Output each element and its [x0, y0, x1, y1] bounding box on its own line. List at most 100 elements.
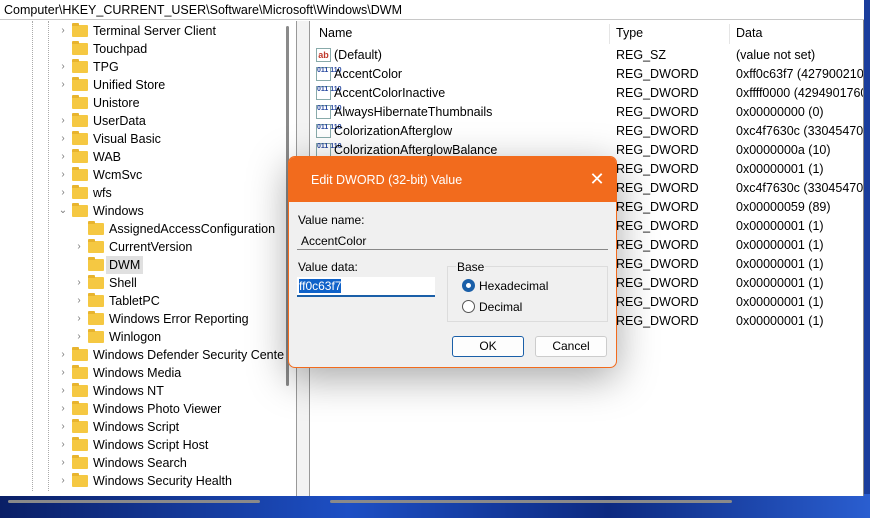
chevron-right-icon[interactable]: › — [58, 184, 68, 202]
tree-item[interactable]: › TabletPC — [0, 292, 284, 310]
tree-item[interactable]: › WAB — [0, 148, 284, 166]
folder-icon — [88, 221, 104, 235]
column-divider[interactable] — [609, 24, 610, 44]
value-type: REG_DWORD — [616, 295, 699, 309]
value-name: ColorizationAfterglow — [334, 124, 453, 138]
chevron-right-icon[interactable]: › — [58, 166, 68, 184]
tree-item-label: Unistore — [93, 96, 140, 110]
tree-item[interactable]: › Windows NT — [0, 382, 284, 400]
tree-item[interactable]: › Terminal Server Client — [0, 22, 284, 40]
hexadecimal-radio[interactable] — [462, 279, 475, 292]
tree-item[interactable]: › Windows Security Health — [0, 472, 284, 490]
chevron-right-icon[interactable]: › — [74, 274, 84, 292]
tree-item[interactable]: › Winlogon — [0, 328, 284, 346]
tree-item[interactable]: › Windows Script — [0, 418, 284, 436]
tree-item-label: Windows Script — [93, 420, 180, 434]
folder-icon — [72, 347, 88, 361]
tree-item[interactable]: DWM — [0, 256, 284, 274]
binary-value-icon: 011 110 — [316, 124, 342, 138]
tree-item[interactable]: › Windows Photo Viewer — [0, 400, 284, 418]
folder-icon — [88, 257, 104, 271]
chevron-right-icon[interactable]: › — [58, 364, 68, 382]
desktop-background — [0, 494, 870, 518]
chevron-right-icon[interactable]: › — [58, 22, 68, 40]
value-data: 0x00000001 (1) — [736, 314, 824, 328]
value-row[interactable]: 011 110 AccentColor REG_DWORD 0xff0c63f7 (4… — [311, 65, 863, 84]
chevron-right-icon[interactable]: › — [58, 436, 68, 454]
value-name: AccentColor — [334, 67, 403, 81]
value-name-field: AccentColor — [297, 231, 608, 250]
tree-item-label: Windows Defender Security Center — [93, 348, 284, 362]
chevron-right-icon[interactable]: › — [74, 310, 84, 328]
tree-item[interactable]: Unistore — [0, 94, 284, 112]
folder-icon — [72, 365, 88, 379]
tree-item[interactable]: Touchpad — [0, 40, 284, 58]
tree-horizontal-scrollbar[interactable] — [8, 500, 260, 503]
hexadecimal-label[interactable]: Hexadecimal — [479, 279, 548, 293]
address-bar[interactable]: Computer\HKEY_CURRENT_USER\Software\Micr… — [0, 0, 864, 20]
string-value-icon: ab — [316, 48, 331, 62]
list-horizontal-scrollbar[interactable] — [330, 500, 732, 503]
chevron-right-icon[interactable]: › — [58, 58, 68, 76]
chevron-down-icon[interactable]: ⌄ — [58, 202, 68, 220]
value-row[interactable]: 011 110 ColorizationAfterglow REG_DWORD 0xc… — [311, 122, 863, 141]
tree-item[interactable]: › Windows Defender Security Center — [0, 346, 284, 364]
cancel-button[interactable]: Cancel — [535, 336, 607, 357]
value-row[interactable]: 011 110 AlwaysHibernateThumbnails REG_DWOR… — [311, 103, 863, 122]
folder-icon — [72, 23, 88, 37]
key-tree[interactable]: › Terminal Server Client Touchpad › TPG › Unif… — [0, 21, 284, 491]
tree-item[interactable]: › Windows Search — [0, 454, 284, 472]
column-header-type[interactable]: Type — [616, 26, 643, 40]
chevron-right-icon[interactable]: › — [58, 472, 68, 490]
tree-item[interactable]: AssignedAccessConfiguration — [0, 220, 284, 238]
ok-button[interactable]: OK — [452, 336, 524, 357]
chevron-right-icon[interactable]: › — [58, 76, 68, 94]
folder-icon — [72, 185, 88, 199]
decimal-label[interactable]: Decimal — [479, 300, 522, 314]
column-header-data[interactable]: Data — [736, 26, 762, 40]
tree-item[interactable]: › CurrentVersion — [0, 238, 284, 256]
tree-item[interactable]: › Windows Error Reporting — [0, 310, 284, 328]
decimal-radio[interactable] — [462, 300, 475, 313]
chevron-right-icon[interactable]: › — [58, 418, 68, 436]
tree-item[interactable]: › Windows Media — [0, 364, 284, 382]
chevron-right-icon[interactable]: › — [58, 454, 68, 472]
value-row[interactable]: ab (Default) REG_SZ (value not set) — [311, 46, 863, 65]
dialog-title-bar[interactable]: Edit DWORD (32-bit) Value ✕ — [289, 157, 616, 202]
chevron-right-icon[interactable]: › — [74, 292, 84, 310]
base-label: Base — [456, 260, 486, 274]
tree-item[interactable]: › Unified Store — [0, 76, 284, 94]
tree-item-label: Winlogon — [109, 330, 162, 344]
chevron-right-icon[interactable]: › — [58, 130, 68, 148]
tree-item[interactable]: › TPG — [0, 58, 284, 76]
tree-item[interactable]: › Windows Script Host — [0, 436, 284, 454]
tree-item-label: CurrentVersion — [109, 240, 193, 254]
tree-item-label: TPG — [93, 60, 119, 74]
value-row[interactable]: 011 110 AccentColorInactive REG_DWORD 0xfff… — [311, 84, 863, 103]
close-icon[interactable]: ✕ — [587, 169, 607, 190]
value-data-input[interactable]: ff0c63f7 — [297, 277, 435, 297]
tree-item[interactable]: › Visual Basic — [0, 130, 284, 148]
chevron-right-icon[interactable]: › — [74, 238, 84, 256]
tree-item[interactable]: › Shell — [0, 274, 284, 292]
tree-item-label: Terminal Server Client — [93, 24, 216, 38]
chevron-right-icon[interactable]: › — [58, 382, 68, 400]
tree-item[interactable]: › wfs — [0, 184, 284, 202]
chevron-right-icon[interactable]: › — [58, 112, 68, 130]
tree-item[interactable]: ⌄ Windows — [0, 202, 284, 220]
value-data: (value not set) — [736, 48, 816, 62]
value-data: 0x00000001 (1) — [736, 295, 824, 309]
chevron-right-icon[interactable]: › — [58, 400, 68, 418]
chevron-right-icon[interactable]: › — [58, 148, 68, 166]
value-type: REG_DWORD — [616, 276, 699, 290]
column-divider[interactable] — [729, 24, 730, 44]
tree-item[interactable]: › WcmSvc — [0, 166, 284, 184]
column-header-name[interactable]: Name — [319, 26, 352, 40]
chevron-right-icon[interactable]: › — [74, 328, 84, 346]
value-data: 0x00000001 (1) — [736, 276, 824, 290]
chevron-right-icon[interactable]: › — [58, 346, 68, 364]
tree-item-label: Unified Store — [93, 78, 166, 92]
value-type: REG_DWORD — [616, 162, 699, 176]
tree-item[interactable]: › UserData — [0, 112, 284, 130]
value-type: REG_DWORD — [616, 143, 699, 157]
